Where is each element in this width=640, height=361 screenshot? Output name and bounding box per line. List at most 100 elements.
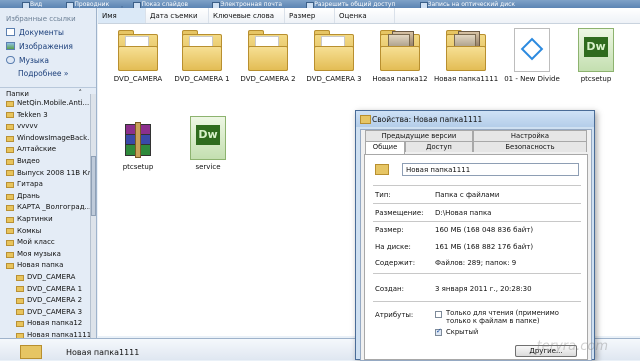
folder-icon bbox=[6, 216, 14, 223]
tree-item[interactable]: DVD_CAMERA 1 bbox=[0, 284, 96, 296]
file-item[interactable]: Dw ptcsetup bbox=[564, 28, 628, 83]
tree-scrollbar[interactable] bbox=[90, 94, 96, 338]
folder-icon bbox=[6, 263, 14, 270]
tree-item-label: Новая папка12 bbox=[27, 319, 83, 328]
tree-item-label: Новая папка bbox=[17, 261, 64, 270]
tree-item[interactable]: Дрань bbox=[0, 191, 96, 203]
tree-item-label: КАРТА _Волгоград... bbox=[17, 203, 92, 212]
file-item[interactable]: DVD_CAMERA bbox=[106, 28, 170, 83]
tree-item[interactable]: DVD_CAMERA 2 bbox=[0, 295, 96, 307]
music-icon bbox=[6, 56, 15, 64]
tree-item[interactable]: DVD_CAMERA 3 bbox=[0, 307, 96, 319]
tree-item-label: WindowsImageBack... bbox=[17, 133, 94, 142]
dialog-body: Предыдущие версии Настройка Общие Доступ… bbox=[360, 129, 592, 361]
tree-item[interactable]: КАРТА _Волгоград... bbox=[0, 202, 96, 214]
folder-icon bbox=[6, 228, 14, 235]
documents-icon bbox=[6, 28, 15, 36]
favorite-documents[interactable]: Документы bbox=[0, 25, 96, 39]
tree-item[interactable]: Tekken 3 bbox=[0, 110, 96, 122]
tree-item[interactable]: Комкы bbox=[0, 226, 96, 238]
more-link[interactable]: Подробнее bbox=[0, 67, 96, 83]
folder-name-field[interactable]: Новая папка1111 bbox=[402, 163, 579, 176]
created-label: Создан: bbox=[375, 285, 404, 293]
tree-item[interactable]: vvvvv bbox=[0, 121, 96, 133]
dialog-title: Свойства: Новая папка1111 bbox=[356, 111, 594, 127]
tree-item[interactable]: WindowsImageBack... bbox=[0, 133, 96, 145]
file-item[interactable]: DVD_CAMERA 3 bbox=[302, 28, 366, 83]
location-label: Размещение: bbox=[375, 209, 424, 217]
column-name[interactable]: Имя bbox=[98, 6, 146, 23]
navigation-pane: Избранные ссылки Документы Изображения М… bbox=[0, 8, 97, 338]
folder-icon bbox=[6, 112, 14, 119]
size-on-disk-label: На диске: bbox=[375, 243, 411, 251]
favorite-pictures[interactable]: Изображения bbox=[0, 39, 96, 53]
size-on-disk-value: 161 МБ (168 882 176 байт) bbox=[435, 243, 534, 251]
tree-item[interactable]: Новая папка12 bbox=[0, 318, 96, 330]
file-label: service bbox=[195, 163, 221, 171]
tab-security[interactable]: Безопасность bbox=[473, 141, 587, 152]
properties-dialog: Свойства: Новая папка1111 Предыдущие вер… bbox=[355, 110, 595, 361]
folder-icon bbox=[6, 251, 14, 258]
tree-item[interactable]: Выпуск 2008 11В Кл... bbox=[0, 168, 96, 180]
tree-item-label: Комкы bbox=[17, 226, 42, 235]
tab-general[interactable]: Общие bbox=[365, 141, 405, 154]
hidden-checkbox[interactable] bbox=[435, 327, 442, 336]
tree-item-label: NetQin.Mobile.Anti... bbox=[17, 99, 90, 107]
column-date-taken[interactable]: Дата съемки bbox=[146, 8, 209, 23]
tree-item[interactable]: Мой класс bbox=[0, 237, 96, 249]
column-size[interactable]: Размер bbox=[285, 8, 335, 23]
tree-item-label: Мой класс bbox=[17, 238, 55, 247]
tab-previous-versions[interactable]: Предыдущие версии bbox=[365, 130, 473, 141]
tree-item[interactable]: Алтайские bbox=[0, 144, 96, 156]
file-item[interactable]: DVD_CAMERA 2 bbox=[236, 28, 300, 83]
file-item[interactable]: ptcsetup bbox=[106, 116, 170, 171]
readonly-checkbox[interactable] bbox=[435, 311, 442, 318]
folder-icon bbox=[6, 239, 14, 246]
file-label: Новая папка12 bbox=[372, 75, 428, 83]
folder-icon bbox=[6, 147, 14, 154]
tree-item[interactable]: NetQin.Mobile.Anti... bbox=[0, 98, 96, 110]
folder-icon bbox=[16, 321, 24, 328]
tree-item[interactable]: DVD_CAMERA bbox=[0, 272, 96, 284]
tree-item[interactable]: Видео bbox=[0, 156, 96, 168]
scrollbar-thumb[interactable] bbox=[91, 156, 96, 216]
folder-icon bbox=[6, 181, 14, 188]
tree-item[interactable]: Гитара bbox=[0, 179, 96, 191]
file-item[interactable]: Dw service bbox=[176, 116, 240, 171]
folder-icon bbox=[6, 100, 14, 107]
column-rating[interactable]: Оценка bbox=[335, 8, 395, 23]
folders-header[interactable]: Папки bbox=[0, 87, 96, 98]
favorite-music[interactable]: Музыка bbox=[0, 53, 96, 67]
column-headers: Имя Дата съемки Ключевые слова Размер Оц… bbox=[98, 6, 640, 24]
file-label: 01 - New Divide bbox=[504, 75, 560, 83]
file-item[interactable]: 01 - New Divide bbox=[500, 28, 564, 83]
tab-customize[interactable]: Настройка bbox=[473, 130, 587, 141]
folder-icon bbox=[6, 205, 14, 212]
tree-item[interactable]: Моя музыка bbox=[0, 249, 96, 261]
tree-item-label: DVD_CAMERA bbox=[27, 272, 76, 281]
folder-icon bbox=[16, 297, 24, 304]
dreamweaver-file-icon: Dw bbox=[578, 28, 614, 72]
tab-sharing[interactable]: Доступ bbox=[405, 141, 473, 152]
pictures-icon bbox=[6, 42, 15, 50]
tree-item[interactable]: Новая папка1111 bbox=[0, 330, 96, 338]
folder-icon bbox=[375, 164, 389, 175]
size-value: 160 МБ (168 048 836 байт) bbox=[435, 226, 534, 234]
file-item[interactable]: DVD_CAMERA 1 bbox=[170, 28, 234, 83]
general-panel: Новая папка1111 Тип: Папка с файлами Раз… bbox=[364, 154, 588, 360]
tree-item-label: DVD_CAMERA 1 bbox=[27, 284, 83, 293]
command-toolbar: Вид Проводник Показ слайдов Электронная … bbox=[0, 0, 640, 8]
tree-item-label: Алтайские bbox=[17, 145, 57, 154]
column-keywords[interactable]: Ключевые слова bbox=[209, 8, 285, 23]
tree-item-label: Моя музыка bbox=[17, 249, 61, 258]
file-item[interactable]: Новая папка1111 bbox=[434, 28, 498, 83]
tree-item-label: Гитара bbox=[17, 180, 43, 189]
location-value: D:\Новая папка bbox=[435, 209, 492, 217]
file-item[interactable]: Новая папка12 bbox=[368, 28, 432, 83]
file-label: ptcsetup bbox=[122, 163, 154, 171]
tree-item[interactable]: Картинки bbox=[0, 214, 96, 226]
file-label: DVD_CAMERA 2 bbox=[240, 75, 296, 83]
archive-icon bbox=[119, 116, 157, 160]
folder-icon bbox=[116, 28, 160, 72]
tree-item[interactable]: Новая папка bbox=[0, 260, 96, 272]
